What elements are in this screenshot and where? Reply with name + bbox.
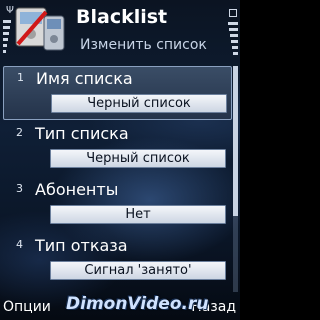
app-phone-icon <box>15 7 65 51</box>
item-label: Имя списка <box>36 69 133 88</box>
app-title: Blacklist <box>76 6 168 28</box>
battery-bar <box>232 46 238 49</box>
battery-bar <box>233 52 238 55</box>
scrollbar[interactable] <box>233 66 238 292</box>
signal-bar <box>3 32 9 35</box>
status-header: Ψ Blacklist Изменить список <box>0 0 240 62</box>
item-number: 1 <box>17 71 24 84</box>
battery-bar <box>228 22 238 25</box>
settings-list: 1 Имя списка Черный список 2 Тип списка … <box>0 64 240 294</box>
battery-bar <box>230 34 238 37</box>
item-value-field[interactable]: Черный список <box>50 149 226 168</box>
battery-icon <box>229 9 237 17</box>
scrollbar-thumb[interactable] <box>233 66 238 216</box>
item-label: Тип списка <box>35 124 129 143</box>
item-value-field[interactable]: Черный список <box>51 94 227 113</box>
options-softkey[interactable]: Опции <box>3 299 51 315</box>
battery-bar <box>231 40 238 43</box>
list-item-list-name[interactable]: 1 Имя списка Черный список <box>3 66 232 120</box>
list-item-reject-type[interactable]: 4 Тип отказа Сигнал 'занято' <box>3 234 232 288</box>
list-item-subscribers[interactable]: 3 Абоненты Нет <box>3 178 232 232</box>
signal-bar <box>3 38 8 41</box>
list-item-list-type[interactable]: 2 Тип списка Черный список <box>3 122 232 176</box>
battery-bar <box>229 28 238 31</box>
phone-screen: Ψ Blacklist Изменить список 1 Имя списка… <box>0 0 240 320</box>
watermark: DimonVideo.ru <box>66 294 209 314</box>
item-number: 3 <box>16 182 23 195</box>
item-number: 2 <box>16 126 23 139</box>
item-value-field[interactable]: Сигнал 'занято' <box>50 261 226 280</box>
screen-subtitle: Изменить список <box>80 37 207 53</box>
signal-bar <box>3 44 7 47</box>
antenna-icon: Ψ <box>6 5 14 16</box>
item-label: Тип отказа <box>35 236 128 255</box>
signal-bar <box>3 20 11 23</box>
battery-indicator <box>228 8 238 58</box>
item-number: 4 <box>16 238 23 251</box>
item-value-field[interactable]: Нет <box>50 205 226 224</box>
signal-strength-indicator: Ψ <box>3 5 14 58</box>
item-label: Абоненты <box>35 180 119 199</box>
signal-bar <box>3 50 6 53</box>
signal-bar <box>3 26 10 29</box>
